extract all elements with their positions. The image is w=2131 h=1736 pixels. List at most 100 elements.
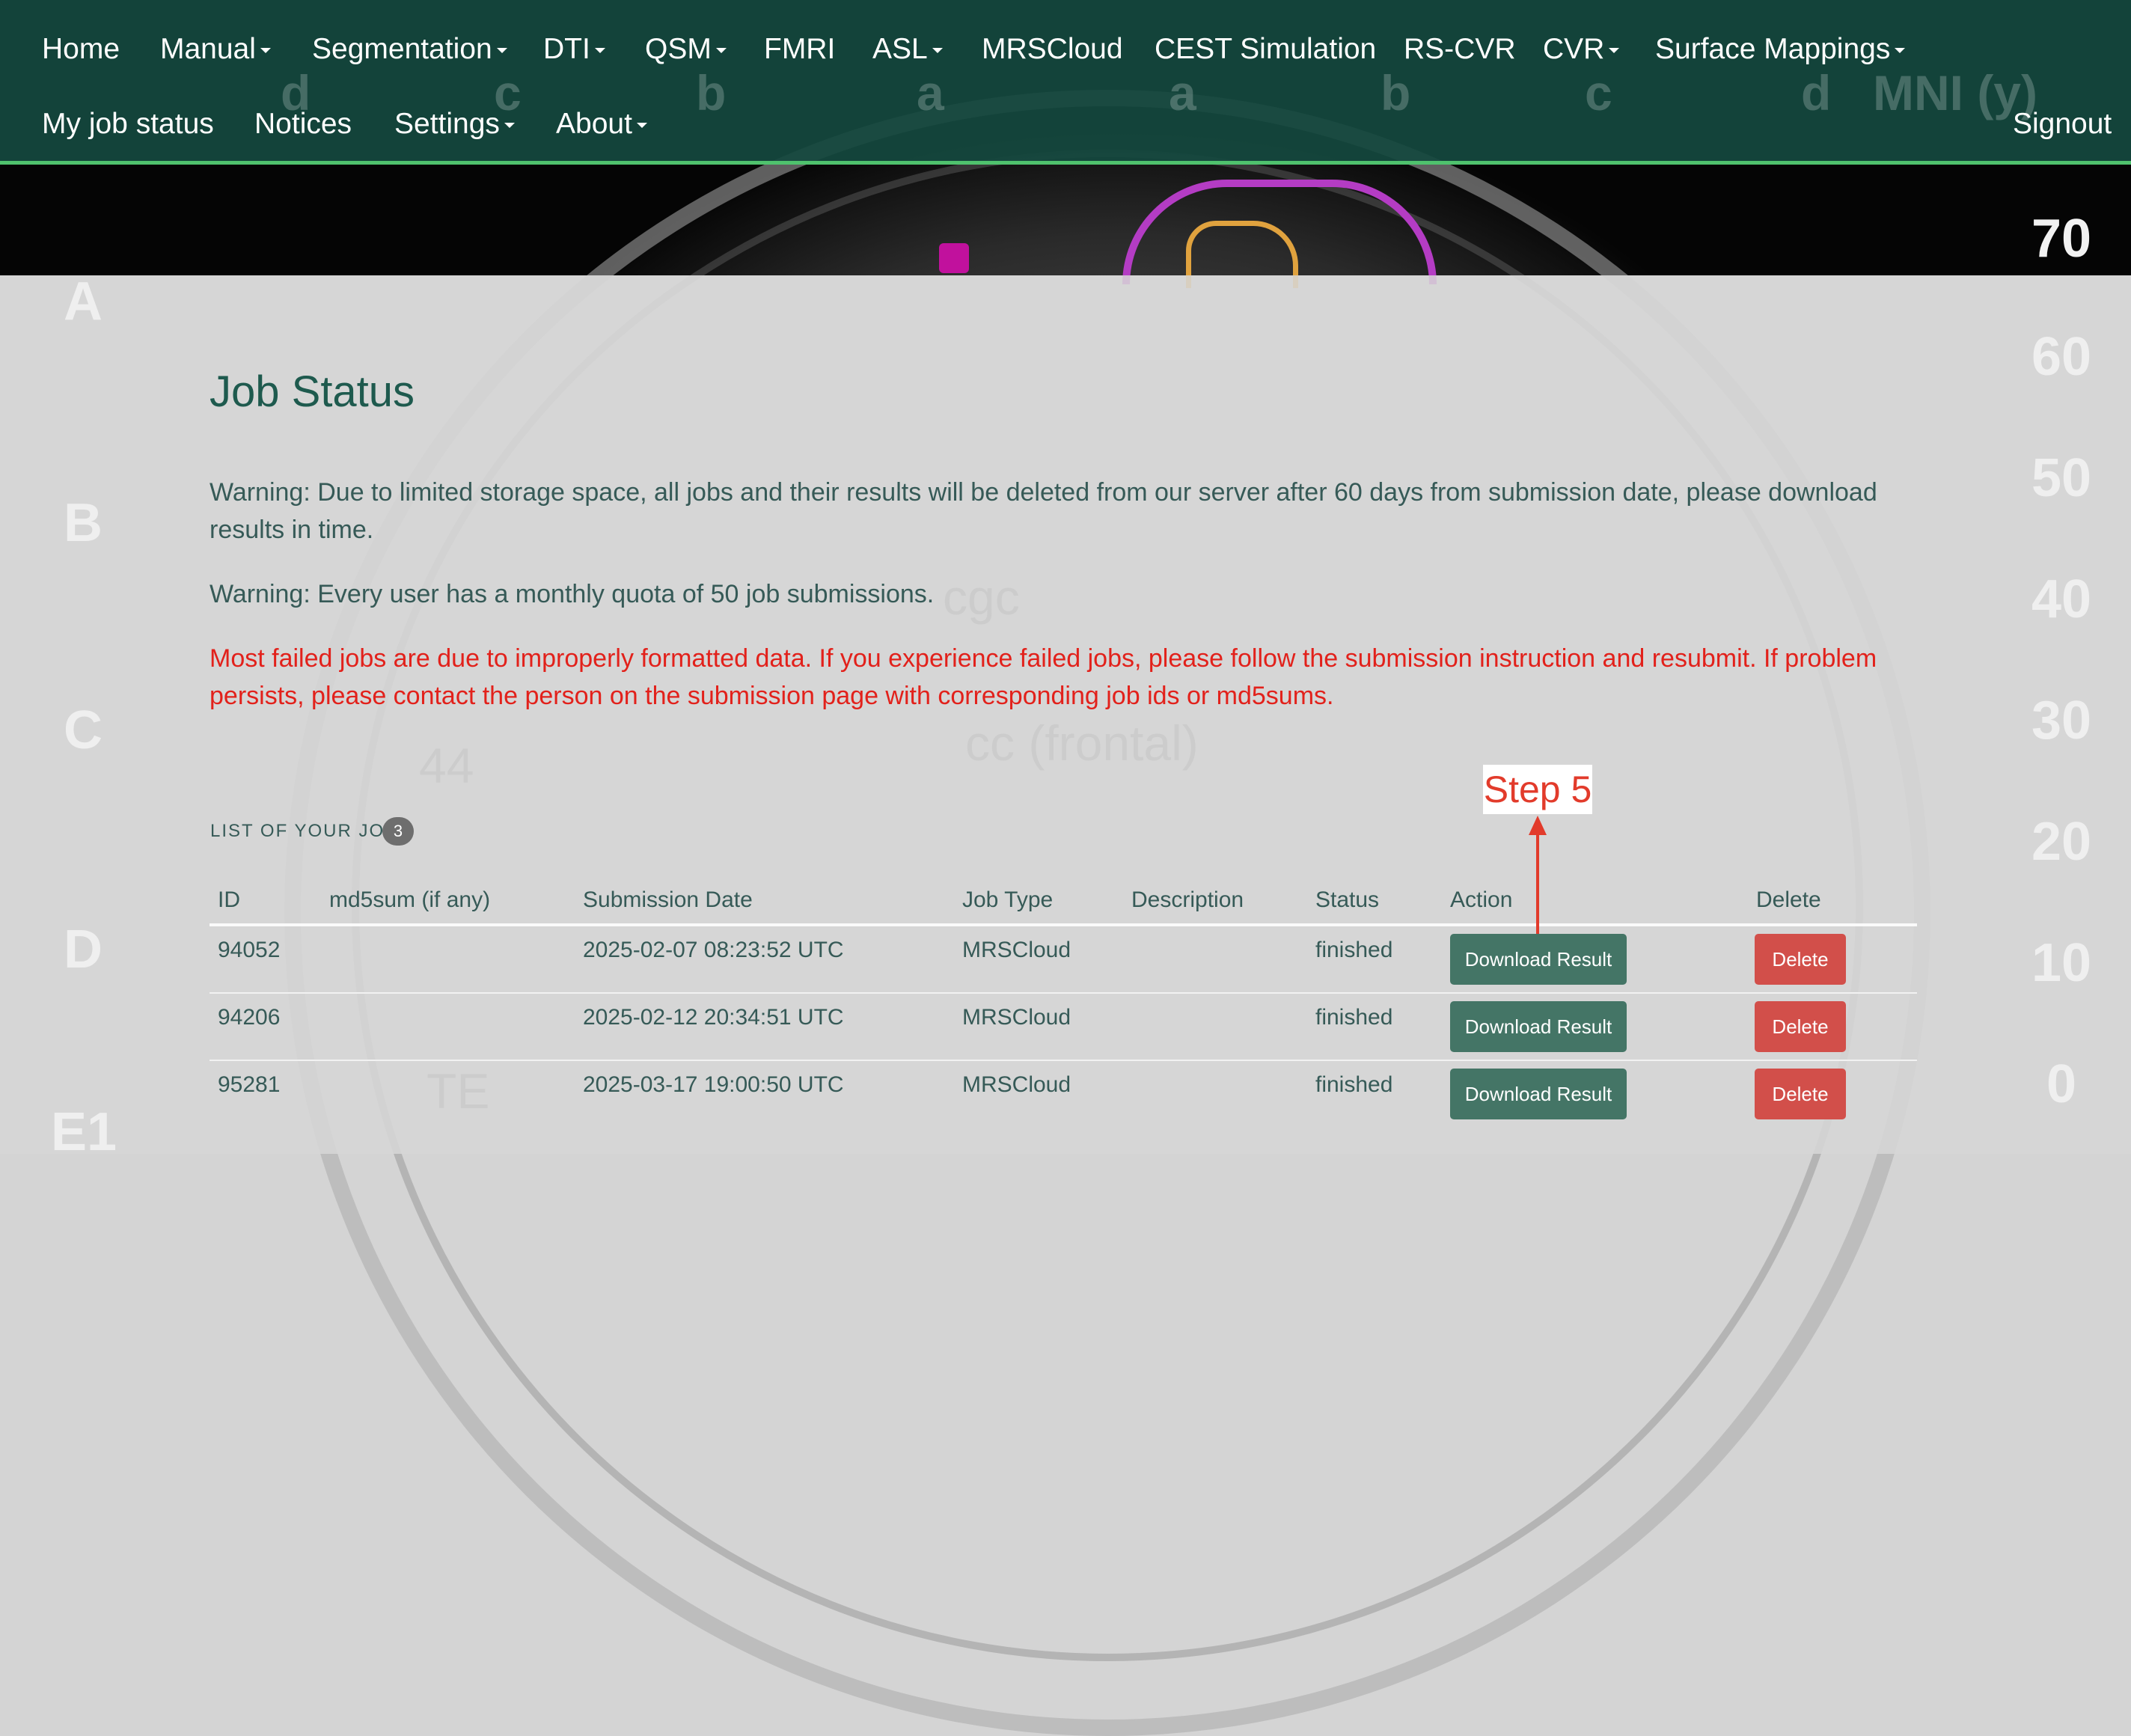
- column-letter: b: [696, 65, 727, 120]
- column-letter: d: [1801, 65, 1832, 120]
- download-result-button[interactable]: Download Result: [1450, 1069, 1627, 1119]
- nav-cvr[interactable]: CVR: [1543, 33, 1620, 66]
- nav-qsm-label: QSM: [645, 33, 712, 65]
- nav-manual[interactable]: Manual: [160, 33, 271, 66]
- background-label: 44: [419, 738, 474, 793]
- column-header-submission-date: Submission Date: [583, 887, 753, 912]
- column-letter: a: [1169, 65, 1196, 120]
- column-header-delete: Delete: [1756, 887, 1821, 912]
- delete-button[interactable]: Delete: [1755, 934, 1846, 985]
- column-header-status: Status: [1315, 887, 1380, 912]
- jobs-list-heading: LIST OF YOUR JOBS: [210, 821, 412, 841]
- column-letter: c: [1585, 65, 1612, 120]
- caret-down-icon: [594, 48, 605, 54]
- row-letter: C: [64, 700, 103, 760]
- quota-warning: Warning: Every user has a monthly quota …: [210, 580, 935, 608]
- job-id: 94206: [218, 1005, 281, 1030]
- delete-button[interactable]: Delete: [1755, 1001, 1846, 1052]
- ruler-label: 60: [2031, 327, 2092, 387]
- nav-settings-label: Settings: [394, 108, 500, 140]
- nav-my-job-status-label: My job status: [42, 108, 214, 140]
- job-status: finished: [1315, 1072, 1393, 1097]
- row-divider: [210, 992, 1917, 994]
- nav-notices-label: Notices: [254, 108, 352, 140]
- page-title: Job Status: [210, 367, 415, 416]
- signout-label: Signout: [2013, 108, 2112, 140]
- column-header-md5sum: md5sum (if any): [329, 887, 491, 912]
- nav-mrscloud[interactable]: MRSCloud: [982, 33, 1123, 66]
- ruler-label: 30: [2031, 691, 2092, 751]
- nav-asl[interactable]: ASL: [872, 33, 943, 66]
- nav-manual-label: Manual: [160, 33, 256, 65]
- nav-home[interactable]: Home: [42, 33, 120, 66]
- background-label: cc (frontal): [965, 715, 1199, 771]
- storage-warning: Warning: Due to limited storage space, a…: [210, 478, 1877, 544]
- ruler-label: 0: [2046, 1054, 2077, 1114]
- nav-notices[interactable]: Notices: [254, 108, 352, 141]
- caret-down-icon: [504, 123, 515, 129]
- column-header-action: Action: [1450, 887, 1513, 912]
- nav-home-label: Home: [42, 33, 120, 65]
- column-header-id: ID: [218, 887, 240, 912]
- nav-settings[interactable]: Settings: [394, 108, 515, 141]
- submission-date: 2025-02-07 08:23:52 UTC: [583, 938, 844, 962]
- download-result-button[interactable]: Download Result: [1450, 934, 1627, 985]
- table-header-divider: [210, 923, 1917, 926]
- row-letter: B: [64, 493, 103, 553]
- background-tract-marker: [939, 243, 969, 273]
- nav-mrscloud-label: MRSCloud: [982, 33, 1123, 65]
- column-letter: b: [1381, 65, 1411, 120]
- job-type: MRSCloud: [962, 1072, 1071, 1097]
- nav-about[interactable]: About: [556, 108, 647, 141]
- nav-asl-label: ASL: [872, 33, 928, 65]
- column-header-job-type: Job Type: [962, 887, 1054, 912]
- caret-down-icon: [636, 123, 647, 129]
- nav-fmri-label: FMRI: [764, 33, 836, 65]
- step-annotation-label: Step 5: [1483, 765, 1592, 814]
- ruler-label: 40: [2031, 569, 2092, 629]
- row-letter: D: [64, 920, 103, 979]
- column-letter: a: [917, 65, 944, 120]
- job-status: finished: [1315, 1005, 1393, 1030]
- ruler-label: 70: [2031, 209, 2092, 269]
- nav-rs-cvr[interactable]: RS-CVR: [1404, 33, 1516, 66]
- signout-link[interactable]: Signout: [2013, 108, 2112, 141]
- submission-date: 2025-03-17 19:00:50 UTC: [583, 1072, 844, 1097]
- ruler-label: 20: [2031, 812, 2092, 872]
- nav-fmri[interactable]: FMRI: [764, 33, 835, 66]
- job-type: MRSCloud: [962, 938, 1071, 962]
- row-divider: [210, 1060, 1917, 1061]
- caret-down-icon: [1609, 48, 1620, 54]
- nav-cvr-label: CVR: [1543, 33, 1605, 65]
- caret-down-icon: [496, 48, 507, 54]
- failed-jobs-notice: Most failed jobs are due to improperly f…: [210, 644, 1877, 710]
- jobs-count-badge: 3: [382, 817, 414, 846]
- job-id: 95281: [218, 1072, 281, 1097]
- submission-date: 2025-02-12 20:34:51 UTC: [583, 1005, 844, 1030]
- download-result-button[interactable]: Download Result: [1450, 1001, 1627, 1052]
- nav-about-label: About: [556, 108, 632, 140]
- ruler-label: 50: [2031, 448, 2092, 508]
- nav-cest-simulation[interactable]: CEST Simulation: [1155, 33, 1376, 66]
- background-label: TE: [426, 1063, 490, 1119]
- arrow-up-icon: [1529, 816, 1547, 934]
- delete-button[interactable]: Delete: [1755, 1069, 1846, 1119]
- nav-surface-mappings[interactable]: Surface Mappings: [1655, 33, 1906, 66]
- nav-dti[interactable]: DTI: [543, 33, 605, 66]
- caret-down-icon: [715, 48, 727, 54]
- caret-down-icon: [932, 48, 943, 54]
- nav-segmentation-label: Segmentation: [312, 33, 492, 65]
- nav-surface-mappings-label: Surface Mappings: [1655, 33, 1891, 65]
- nav-qsm[interactable]: QSM: [645, 33, 727, 66]
- job-status: finished: [1315, 938, 1393, 962]
- job-type: MRSCloud: [962, 1005, 1071, 1030]
- caret-down-icon: [260, 48, 271, 54]
- row-letter: A: [64, 272, 103, 331]
- caret-down-icon: [1895, 48, 1906, 54]
- nav-cest-simulation-label: CEST Simulation: [1155, 33, 1377, 65]
- job-id: 94052: [218, 938, 281, 962]
- nav-segmentation[interactable]: Segmentation: [312, 33, 507, 66]
- nav-my-job-status[interactable]: My job status: [42, 108, 214, 141]
- ruler-label: 10: [2031, 933, 2092, 993]
- nav-rs-cvr-label: RS-CVR: [1404, 33, 1516, 65]
